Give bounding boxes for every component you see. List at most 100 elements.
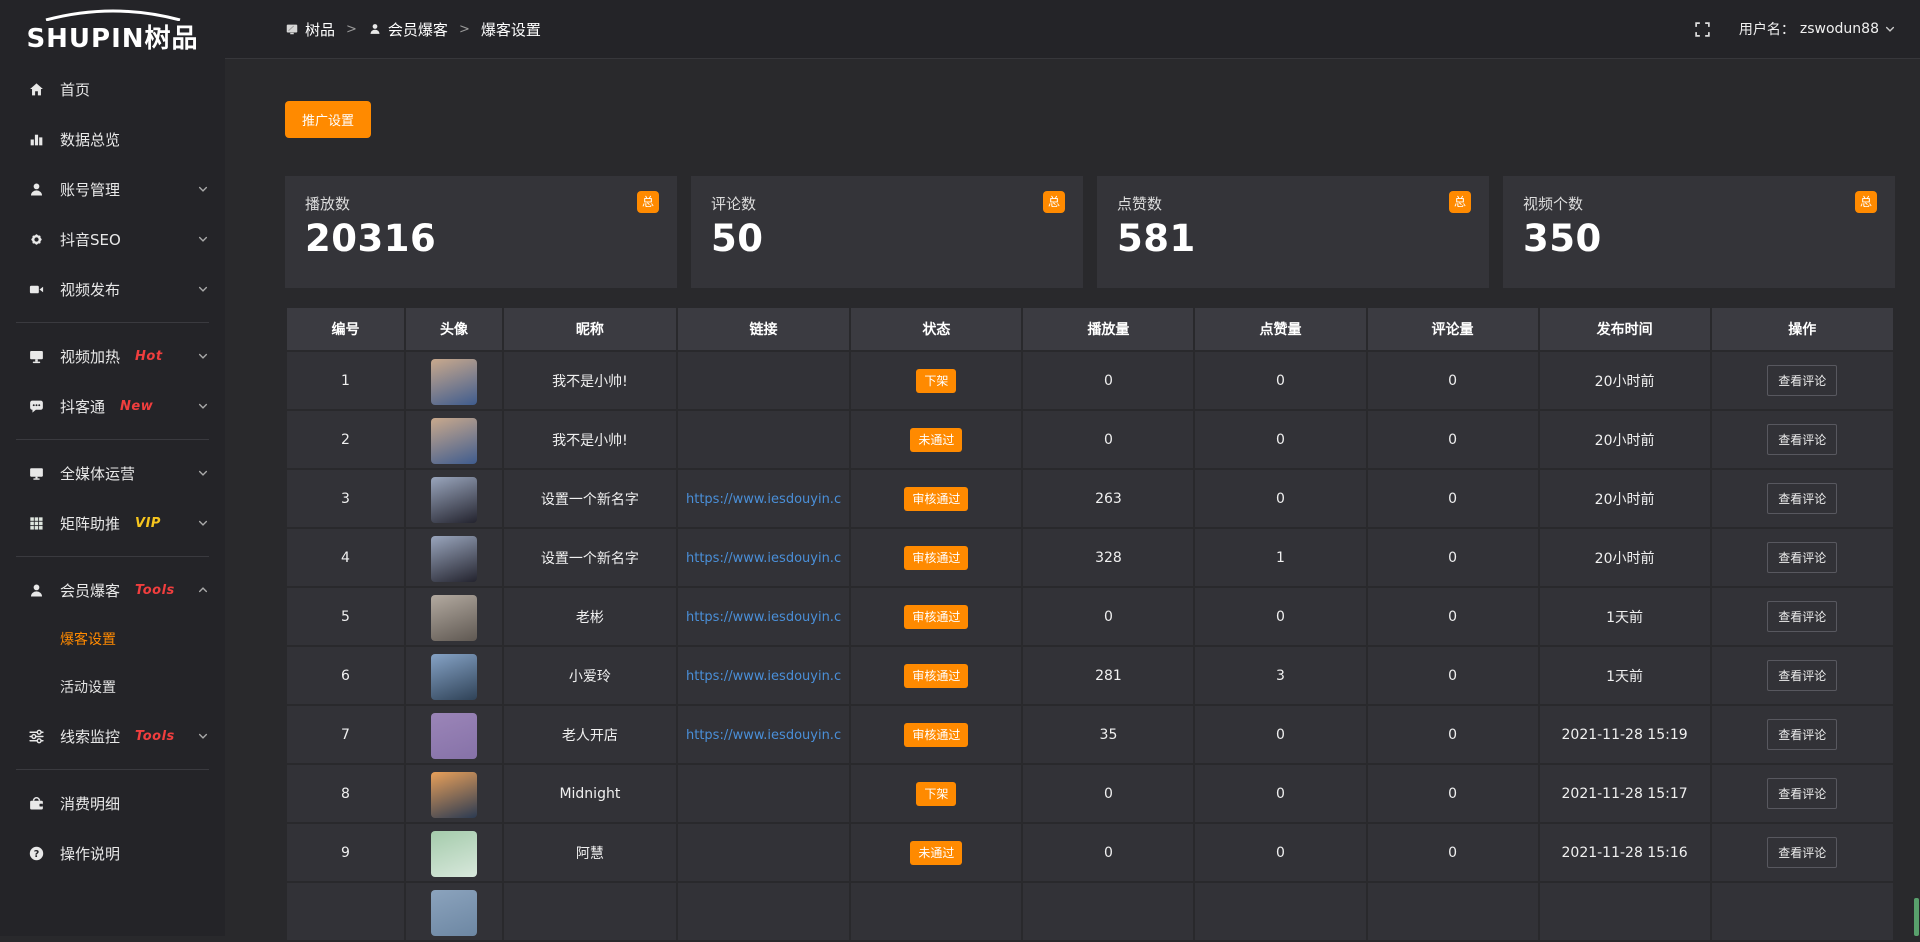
sidebar-item-clue-monitor[interactable]: 线索监控Tools xyxy=(0,711,225,761)
stat-card: 播放数20316总 xyxy=(285,176,677,288)
avatar xyxy=(431,595,477,641)
table-row: 1我不是小帅!下架00020小时前查看评论 xyxy=(286,351,1894,410)
sidebar-item-member-baoke[interactable]: 会员爆客Tools xyxy=(0,565,225,615)
view-comments-button[interactable]: 查看评论 xyxy=(1767,365,1837,396)
table-row: 6小爱玲https://www.iesdouyin.c审核通过281301天前查… xyxy=(286,646,1894,705)
chevron-down-icon xyxy=(197,400,209,412)
cell-plays: 0 xyxy=(1022,410,1194,469)
view-comments-button[interactable]: 查看评论 xyxy=(1767,719,1837,750)
video-link[interactable]: https://www.iesdouyin.c xyxy=(686,728,841,743)
sidebar-item-account-management[interactable]: 账号管理 xyxy=(0,164,225,214)
cell-id: 8 xyxy=(286,764,405,823)
cell-comments: 0 xyxy=(1367,705,1539,764)
status-badge: 审核通过 xyxy=(904,664,968,688)
sidebar-item-badge: Tools xyxy=(135,583,175,598)
promo-settings-button[interactable]: 推广设置 xyxy=(285,101,371,138)
video-link[interactable]: https://www.iesdouyin.c xyxy=(686,551,841,566)
cell-likes: 0 xyxy=(1194,587,1366,646)
sidebar-item-douketong[interactable]: 抖客通New xyxy=(0,381,225,431)
cell-action: 查看评论 xyxy=(1711,587,1894,646)
sidebar-item-label: 账号管理 xyxy=(60,179,120,200)
view-comments-button[interactable]: 查看评论 xyxy=(1767,837,1837,868)
video-link[interactable]: https://www.iesdouyin.c xyxy=(686,492,841,507)
breadcrumb-item-member-baoke[interactable]: 会员爆客 xyxy=(368,19,448,40)
chevron-down-icon xyxy=(1884,23,1896,35)
cell-comments xyxy=(1367,882,1539,941)
cell-action: 查看评论 xyxy=(1711,469,1894,528)
cell-link xyxy=(677,823,851,882)
sidebar-subitem-activity-settings[interactable]: 活动设置 xyxy=(0,663,225,711)
sidebar-item-operation-guide[interactable]: ?操作说明 xyxy=(0,828,225,878)
video-link[interactable]: https://www.iesdouyin.c xyxy=(686,610,841,625)
cell-nickname: 设置一个新名字 xyxy=(503,469,677,528)
stat-value: 50 xyxy=(711,217,1063,260)
grid-icon xyxy=(27,515,45,532)
cell-nickname: 我不是小帅! xyxy=(503,410,677,469)
sidebar-item-badge: Tools xyxy=(135,729,175,744)
cell-likes: 3 xyxy=(1194,646,1366,705)
sidebar-item-label: 全媒体运营 xyxy=(60,463,135,484)
sidebar-item-data-overview[interactable]: 数据总览 xyxy=(0,114,225,164)
bar-chart-icon xyxy=(27,131,45,148)
sidebar-item-badge: New xyxy=(120,399,153,414)
breadcrumb-label: 爆客设置 xyxy=(481,19,541,40)
cell-avatar xyxy=(405,646,503,705)
username-label: 用户名： xyxy=(1739,19,1795,39)
sidebar-item-consumption-detail[interactable]: 消费明细 xyxy=(0,778,225,828)
cell-avatar xyxy=(405,823,503,882)
view-comments-button[interactable]: 查看评论 xyxy=(1767,424,1837,455)
cell-comments: 0 xyxy=(1367,587,1539,646)
scrollbar-thumb[interactable] xyxy=(1914,898,1919,936)
sidebar-item-matrix-boost[interactable]: 矩阵助推VIP xyxy=(0,498,225,548)
user-solid-icon xyxy=(27,582,45,599)
breadcrumb-item-home[interactable]: 树品 xyxy=(285,19,335,40)
breadcrumb-item-baoke-settings[interactable]: 爆客设置 xyxy=(481,19,541,40)
column-header: 评论量 xyxy=(1367,307,1539,351)
display-icon xyxy=(285,22,299,36)
stat-value: 350 xyxy=(1523,217,1875,260)
stat-card: 视频个数350总 xyxy=(1503,176,1895,288)
sidebar-item-video-publish[interactable]: 视频发布 xyxy=(0,264,225,314)
cell-link xyxy=(677,351,851,410)
view-comments-button[interactable]: 查看评论 xyxy=(1767,778,1837,809)
cell-action xyxy=(1711,882,1894,941)
logo[interactable]: SHUPIN树品 xyxy=(0,0,225,60)
sidebar-subitem-baoke-settings[interactable]: 爆客设置 xyxy=(0,615,225,663)
sidebar-item-video-heating[interactable]: 视频加热Hot xyxy=(0,331,225,381)
table-row: 3设置一个新名字https://www.iesdouyin.c审核通过26300… xyxy=(286,469,1894,528)
view-comments-button[interactable]: 查看评论 xyxy=(1767,601,1837,632)
video-link[interactable]: https://www.iesdouyin.c xyxy=(686,669,841,684)
home-icon xyxy=(27,81,45,98)
cell-time: 20小时前 xyxy=(1539,528,1711,587)
sidebar-nav: 首页数据总览账号管理抖音SEO视频发布视频加热Hot抖客通New 全媒体运营矩阵助… xyxy=(0,60,225,878)
videos-table: 编号头像昵称链接状态播放量点赞量评论量发布时间操作 1我不是小帅!下架00020… xyxy=(285,306,1895,942)
sidebar-item-badge: VIP xyxy=(135,516,161,531)
stat-value: 581 xyxy=(1117,217,1469,260)
cell-comments: 0 xyxy=(1367,823,1539,882)
chevron-down-icon xyxy=(197,517,209,529)
cell-likes: 0 xyxy=(1194,764,1366,823)
question-icon: ? xyxy=(27,845,45,862)
breadcrumb-separator: > xyxy=(346,22,357,37)
chevron-down-icon xyxy=(197,467,209,479)
stats-cards: 播放数20316总评论数50总点赞数581总视频个数350总 xyxy=(285,176,1895,288)
fullscreen-icon[interactable] xyxy=(1694,21,1711,38)
view-comments-button[interactable]: 查看评论 xyxy=(1767,542,1837,573)
stat-total-badge: 总 xyxy=(1449,191,1471,213)
column-header: 链接 xyxy=(677,307,851,351)
video-camera-icon xyxy=(27,281,45,298)
table-row: 7老人开店https://www.iesdouyin.c审核通过35002021… xyxy=(286,705,1894,764)
column-header: 状态 xyxy=(850,307,1022,351)
cell-comments: 0 xyxy=(1367,646,1539,705)
sidebar-item-douyin-seo[interactable]: 抖音SEO xyxy=(0,214,225,264)
view-comments-button[interactable]: 查看评论 xyxy=(1767,483,1837,514)
sidebar-item-home[interactable]: 首页 xyxy=(0,64,225,114)
breadcrumb-label: 树品 xyxy=(305,19,335,40)
cell-status: 下架 xyxy=(850,764,1022,823)
sidebar-item-all-media-operation[interactable]: 全媒体运营 xyxy=(0,448,225,498)
view-comments-button[interactable]: 查看评论 xyxy=(1767,660,1837,691)
chevron-down-icon xyxy=(197,233,209,245)
cell-link xyxy=(677,410,851,469)
user-menu[interactable]: 用户名：zswodun88 xyxy=(1739,19,1896,39)
column-header: 昵称 xyxy=(503,307,677,351)
